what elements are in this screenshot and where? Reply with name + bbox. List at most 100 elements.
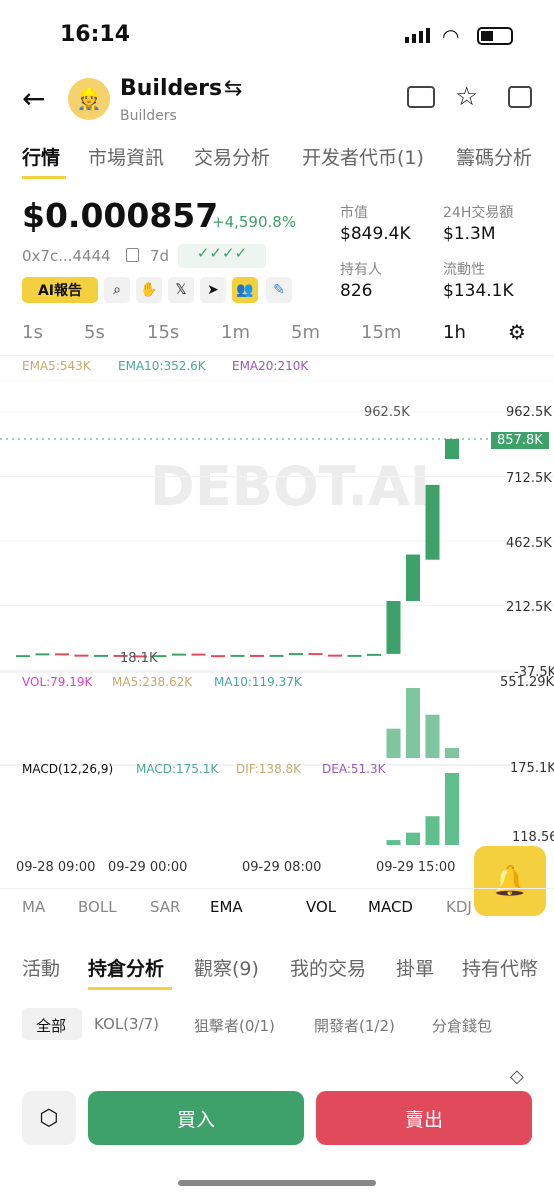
candle xyxy=(386,600,401,654)
vol-ma10-legend: MA10:119.37K xyxy=(214,675,302,689)
copy-icon[interactable] xyxy=(126,248,139,262)
tab-market-info[interactable]: 市場資訊 xyxy=(88,143,164,170)
settings-button[interactable]: ⬡ xyxy=(22,1091,76,1145)
holders-label: 持有人 xyxy=(340,262,382,278)
candle xyxy=(347,654,362,657)
section-holding-tokens[interactable]: 持有代幣 xyxy=(462,954,554,981)
xtick-4: 09-29 15:00 xyxy=(376,860,456,875)
indicator-ema[interactable]: EMA xyxy=(210,898,243,916)
candle xyxy=(328,654,342,657)
tab-chip-analysis[interactable]: 籌碼分析 xyxy=(456,143,532,170)
interval-5s[interactable]: 5s xyxy=(84,322,105,343)
filter-devs[interactable]: 開發者(1/2) xyxy=(314,1015,395,1036)
battery-icon xyxy=(477,27,513,45)
price-chart xyxy=(0,380,554,845)
indicator-vol[interactable]: VOL xyxy=(306,898,336,916)
candle xyxy=(94,654,108,657)
bell-icon[interactable]: 🔔 xyxy=(474,846,546,916)
macd-title: MACD(12,26,9) xyxy=(22,762,114,776)
holders-value: 826 xyxy=(340,281,373,301)
token-title: Builders xyxy=(120,76,223,101)
ytick-3: 462.5K xyxy=(506,536,552,551)
ytick-2: 712.5K xyxy=(506,471,552,486)
indicator-ma[interactable]: MA xyxy=(22,898,45,916)
tab-market[interactable]: 行情 xyxy=(22,143,60,170)
vol-legend: VOL:79.19K xyxy=(22,675,93,689)
xtick-1: 09-28 09:00 xyxy=(16,860,96,875)
section-activity[interactable]: 活動 xyxy=(22,954,60,981)
candle xyxy=(211,655,225,658)
interval-15s[interactable]: 15s xyxy=(147,322,179,343)
status-time: 16:14 xyxy=(60,22,131,47)
ema20-legend: EMA20:210K xyxy=(232,359,309,373)
indicator-macd[interactable]: MACD xyxy=(368,898,413,916)
filter-snipers[interactable]: 狙擊者(0/1) xyxy=(194,1015,275,1036)
macd-min: 118.56 xyxy=(512,830,554,845)
vol-max: 551.29K xyxy=(500,675,554,690)
vol-ma5-legend: MA5:238.62K xyxy=(112,675,193,689)
volume-bar xyxy=(425,714,440,758)
dif-value: DIF:138.8K xyxy=(236,762,302,776)
interval-1h[interactable]: 1h xyxy=(443,322,466,343)
filter-kol[interactable]: KOL(3/7) xyxy=(94,1015,159,1033)
indicator-kdj[interactable]: KDJ xyxy=(446,898,472,916)
swap-icon[interactable]: ⇆ xyxy=(224,76,242,101)
chart-settings-icon[interactable]: ⚙ xyxy=(508,320,526,344)
watch-chart-icon[interactable] xyxy=(407,86,435,108)
macd-max: 175.1K xyxy=(510,761,554,776)
home-indicator xyxy=(178,1180,376,1186)
tab-dev-tokens[interactable]: 开发者代币(1) xyxy=(302,143,424,170)
star-icon[interactable]: ☆ xyxy=(455,82,478,112)
filter-all[interactable]: 全部 xyxy=(36,1015,66,1036)
back-arrow-icon[interactable]: ← xyxy=(22,82,45,115)
ai-report-button[interactable]: AI報告 xyxy=(22,277,98,303)
share-icon[interactable] xyxy=(508,86,532,108)
tab-underline xyxy=(22,176,66,179)
volume-bar xyxy=(386,728,401,758)
comment-icon[interactable]: ✎ xyxy=(266,277,292,303)
volume-label: 24H交易額 xyxy=(443,205,514,221)
contract-address[interactable]: 0x7c...4444 xyxy=(22,247,111,265)
interval-1s[interactable]: 1s xyxy=(22,322,43,343)
mcap-label: 市值 xyxy=(340,205,368,221)
filter-split-wallets[interactable]: 分倉錢包 xyxy=(432,1015,492,1036)
signal-icon xyxy=(405,28,430,43)
candle xyxy=(230,654,245,657)
search-icon[interactable]: ⌕ xyxy=(104,277,130,303)
dea-value: DEA:51.3K xyxy=(322,762,386,776)
ema5-legend: EMA5:543K xyxy=(22,359,91,373)
xtick-3: 09-29 08:00 xyxy=(242,860,322,875)
price-change: +4,590.8% xyxy=(212,213,297,231)
diamond-icon[interactable]: ◇ xyxy=(510,1066,524,1087)
sell-label: 賣出 xyxy=(404,1108,443,1131)
macd-value: MACD:175.1K xyxy=(136,762,219,776)
people-icon[interactable]: 👥 xyxy=(232,277,258,303)
liquidity-value: $134.1K xyxy=(443,281,514,301)
low-label: 18.1K xyxy=(120,651,158,666)
macd-bar xyxy=(425,816,440,845)
indicator-boll[interactable]: BOLL xyxy=(78,898,117,916)
interval-15m[interactable]: 15m xyxy=(361,322,401,343)
indicator-sar[interactable]: SAR xyxy=(150,898,180,916)
ytick-1: 962.5K xyxy=(506,405,552,420)
volume-value: $1.3M xyxy=(443,224,496,244)
buy-button[interactable]: 買入 xyxy=(88,1091,304,1145)
section-orders[interactable]: 掛單 xyxy=(396,954,434,981)
interval-5m[interactable]: 5m xyxy=(291,322,320,343)
section-holdings[interactable]: 持倉分析 xyxy=(88,954,164,981)
candle xyxy=(445,439,459,460)
xtick-2: 09-29 00:00 xyxy=(108,860,188,875)
interval-1m[interactable]: 1m xyxy=(221,322,250,343)
ema10-legend: EMA10:352.6K xyxy=(118,359,206,373)
ytick-4: 212.5K xyxy=(506,600,552,615)
section-watch[interactable]: 觀察(9) xyxy=(194,954,259,981)
candle xyxy=(16,655,30,658)
candle xyxy=(269,654,284,657)
telegram-icon[interactable]: ➤ xyxy=(200,277,226,303)
candle xyxy=(55,653,69,656)
hand-icon[interactable]: ✋ xyxy=(136,277,162,303)
section-my-trades[interactable]: 我的交易 xyxy=(290,954,366,981)
tab-trade-analysis[interactable]: 交易分析 xyxy=(194,143,270,170)
sell-button[interactable]: 賣出 xyxy=(316,1091,532,1145)
x-icon[interactable]: 𝕏 xyxy=(168,277,194,303)
